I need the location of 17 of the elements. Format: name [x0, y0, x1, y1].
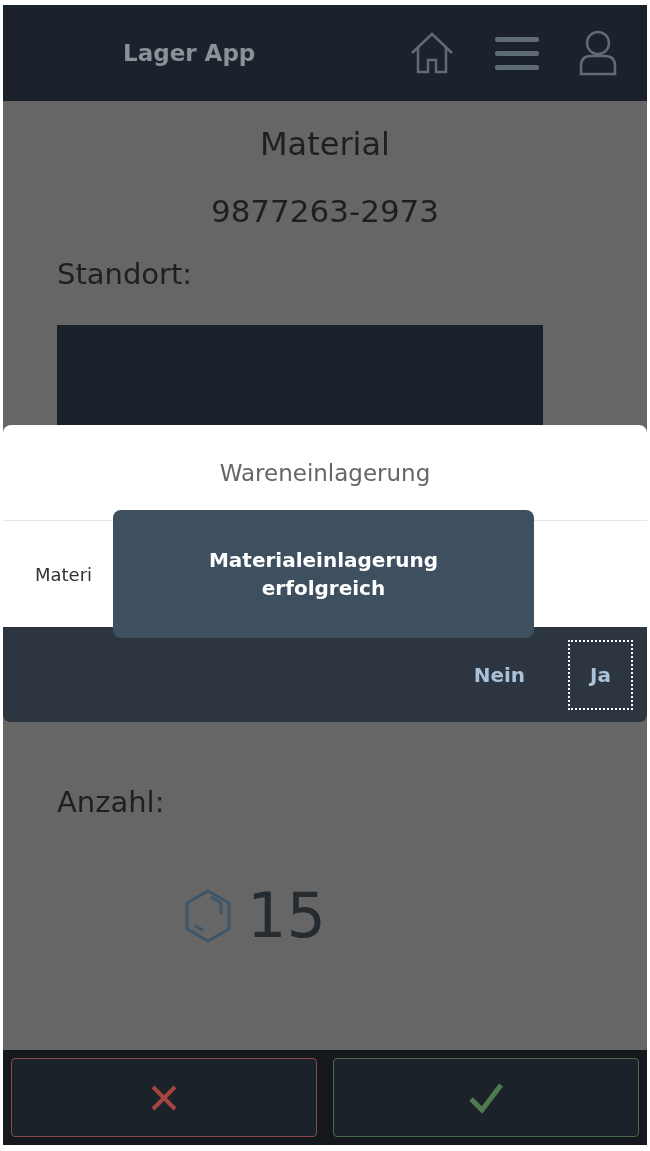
- location-label: Standort:: [57, 257, 193, 291]
- check-icon: [468, 1081, 504, 1114]
- confirm-button[interactable]: [333, 1058, 639, 1137]
- dialog-button[interactable]: Ja: [568, 639, 633, 710]
- page-heading: Material: [260, 125, 390, 163]
- quantity-value: 15: [247, 879, 326, 952]
- home-icon[interactable]: [409, 30, 455, 76]
- dialog-title: Wareneinlagerung: [219, 459, 431, 486]
- dialog-message: Materi: [35, 563, 93, 585]
- dialog-button[interactable]: Nein: [452, 639, 547, 710]
- app-title: Lager App: [123, 40, 257, 66]
- cancel-button[interactable]: [11, 1058, 317, 1137]
- user-icon[interactable]: [579, 30, 617, 76]
- quantity-label: Anzahl:: [57, 785, 165, 819]
- toast-message: Materialeinlagerung erfolgreich: [113, 510, 534, 638]
- material-number: 9877263-2973: [210, 193, 440, 229]
- menu-icon[interactable]: [495, 35, 539, 71]
